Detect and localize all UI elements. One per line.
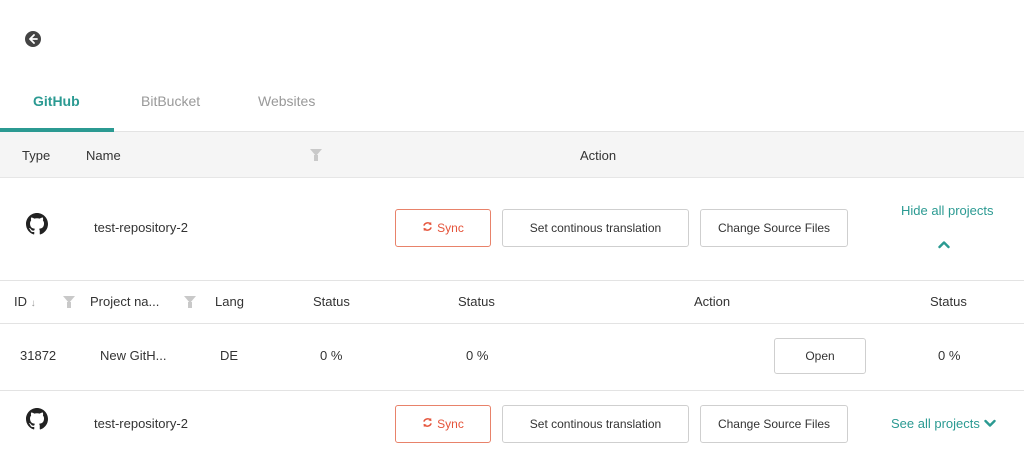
project-status: 0 % [466,348,489,363]
project-lang: DE [220,348,239,363]
hide-all-projects-link[interactable]: Hide all projects [901,203,994,218]
column-header-type: Type [22,148,51,163]
set-continuous-translation-button[interactable]: Set continous translation [502,209,689,247]
column-header-id[interactable]: ID ↓ [14,294,36,309]
project-id: 31872 [20,348,57,363]
project-status: 0 % [938,348,961,363]
change-source-files-button[interactable]: Change Source Files [700,405,848,443]
set-continuous-translation-button[interactable]: Set continous translation [502,405,689,443]
column-header-status: Status [313,294,350,309]
project-name[interactable]: New GitH... [100,348,166,363]
tab-websites[interactable]: Websites [258,93,315,109]
column-header-action: Action [580,148,617,163]
column-header-lang: Lang [215,294,244,309]
back-arrow-icon[interactable] [25,31,41,47]
sync-label: Sync [437,417,464,431]
column-header-action: Action [694,294,731,309]
tab-github[interactable]: GitHub [33,93,80,109]
id-label: ID [14,294,27,309]
open-button[interactable]: Open [774,338,866,374]
repository-name: test-repository-2 [94,220,188,235]
project-status: 0 % [320,348,343,363]
chevron-up-icon[interactable] [938,240,950,249]
divider [0,280,1024,281]
column-header-status: Status [930,294,967,309]
chevron-down-icon [984,419,996,427]
tab-bitbucket[interactable]: BitBucket [141,93,200,109]
table-header [0,132,1024,178]
filter-icon[interactable] [184,296,196,308]
divider [0,390,1024,391]
refresh-icon [422,221,433,235]
filter-icon[interactable] [63,296,75,308]
see-all-projects-link[interactable]: See all projects [891,416,996,431]
repository-name: test-repository-2 [94,416,188,431]
sync-button[interactable]: Sync [395,209,491,247]
github-icon [26,408,48,430]
column-header-status: Status [458,294,495,309]
sync-label: Sync [437,221,464,235]
change-source-files-button[interactable]: Change Source Files [700,209,848,247]
see-all-projects-label: See all projects [891,416,980,431]
divider [0,323,1024,324]
sort-descending-icon: ↓ [30,298,36,309]
refresh-icon [422,417,433,431]
column-header-name: Name [86,148,121,163]
column-header-project-name: Project na... [90,294,160,309]
filter-icon[interactable] [310,149,322,161]
github-icon [26,213,48,235]
sync-button[interactable]: Sync [395,405,491,443]
